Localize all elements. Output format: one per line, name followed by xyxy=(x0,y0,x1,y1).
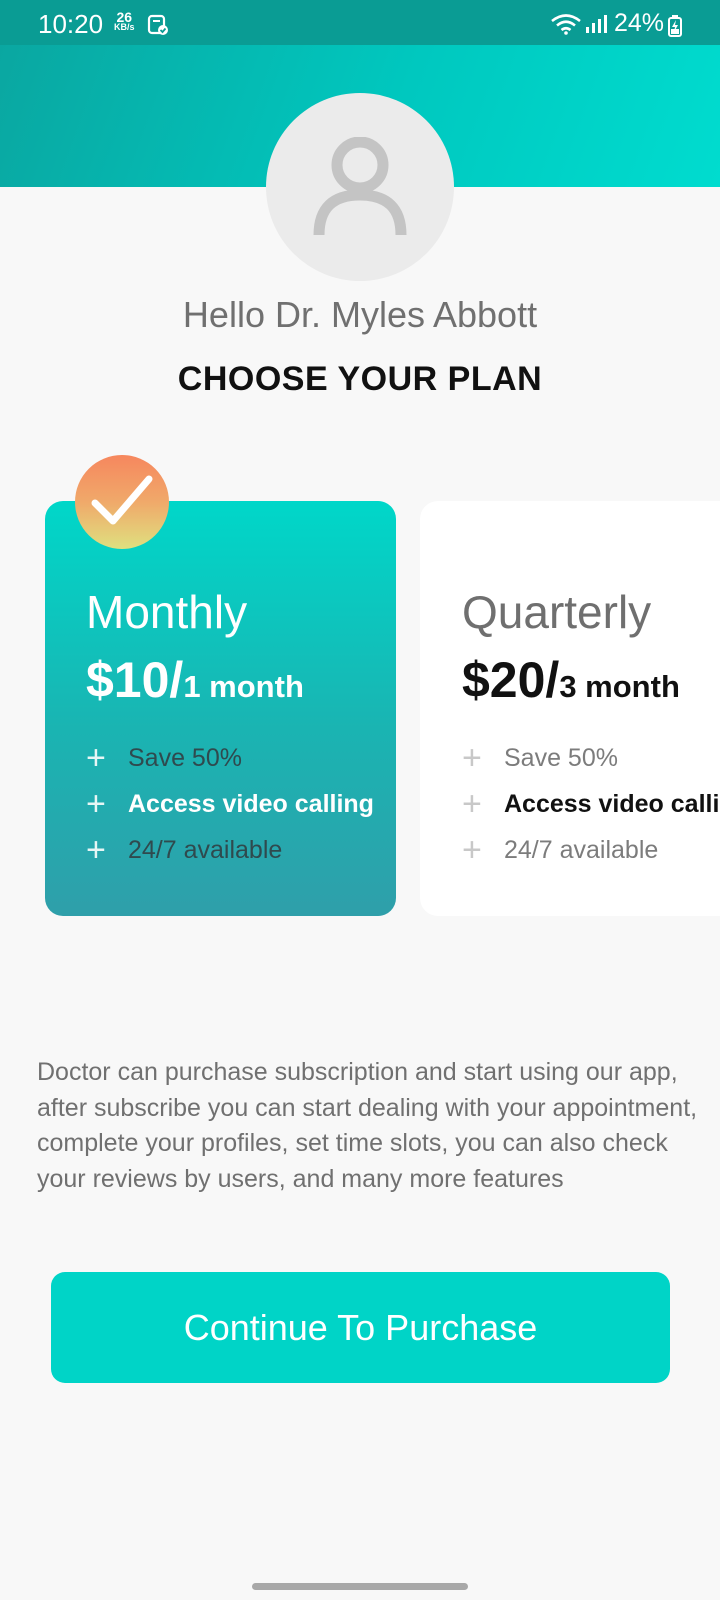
user-placeholder-icon xyxy=(313,137,407,236)
status-time: 10:20 xyxy=(38,9,104,39)
subscription-description: Doctor can purchase subscription and sta… xyxy=(37,1058,698,1193)
plan-price: $10/1 month xyxy=(86,651,304,709)
plan-feature: +24/7 available xyxy=(86,831,282,870)
plan-feature: + Access video calling xyxy=(462,785,720,824)
plan-feature: +24/7 available xyxy=(462,831,658,870)
plan-price-period: 3 month xyxy=(559,669,680,704)
battery-charging-icon xyxy=(668,15,682,42)
battery-percent: 24% xyxy=(614,9,665,37)
plan-feature-label: Save 50% xyxy=(504,744,618,772)
plan-price-amount: $20/ xyxy=(462,652,560,708)
plus-icon: + xyxy=(462,739,482,777)
plus-icon: + xyxy=(86,785,106,823)
network-speed-unit: KB/s xyxy=(114,22,135,32)
network-speed: 26 KB/s xyxy=(114,9,135,32)
signal-icon xyxy=(585,14,609,39)
plan-card-quarterly[interactable]: Quarterly $20/3 month + Save 50% + Access … xyxy=(420,501,720,916)
plan-card-monthly[interactable]: Monthly $10/1 month + Save 50% + Access vi… xyxy=(45,501,396,916)
plan-price-amount: $10/ xyxy=(86,652,184,708)
checkmark-icon xyxy=(91,475,153,525)
plan-feature-label: 24/7 available xyxy=(504,836,659,864)
plan-feature-label: Access video calling xyxy=(128,790,374,818)
page-title: CHOOSE YOUR PLAN xyxy=(177,360,543,398)
plan-feature: + Access video calling xyxy=(86,785,374,824)
plan-feature: + Save 50% xyxy=(462,739,618,778)
plan-name: Monthly xyxy=(86,586,248,638)
plan-feature-label: Access video calling xyxy=(504,790,720,818)
selected-check-badge xyxy=(75,455,169,549)
plan-price: $20/3 month xyxy=(462,651,680,709)
network-speed-value: 26 xyxy=(116,9,133,25)
home-indicator[interactable] xyxy=(252,1583,468,1590)
plus-icon: + xyxy=(86,831,106,869)
continue-purchase-button[interactable]: Continue To Purchase xyxy=(51,1272,670,1383)
plan-feature-label: 24/7 available xyxy=(128,836,283,864)
plus-icon: + xyxy=(462,785,482,823)
profile-avatar[interactable] xyxy=(266,93,454,281)
plus-icon: + xyxy=(86,739,106,777)
plan-name: Quarterly xyxy=(462,586,652,638)
wifi-icon xyxy=(550,13,582,40)
plus-icon: + xyxy=(462,831,482,869)
document-check-icon xyxy=(147,14,169,41)
plan-price-period: 1 month xyxy=(183,669,304,704)
greeting-text: Hello Dr. Myles Abbott xyxy=(182,294,538,335)
status-bar: 10:20 26 KB/s 24% xyxy=(0,0,720,45)
plan-feature: + Save 50% xyxy=(86,739,242,778)
plan-feature-label: Save 50% xyxy=(128,744,242,772)
